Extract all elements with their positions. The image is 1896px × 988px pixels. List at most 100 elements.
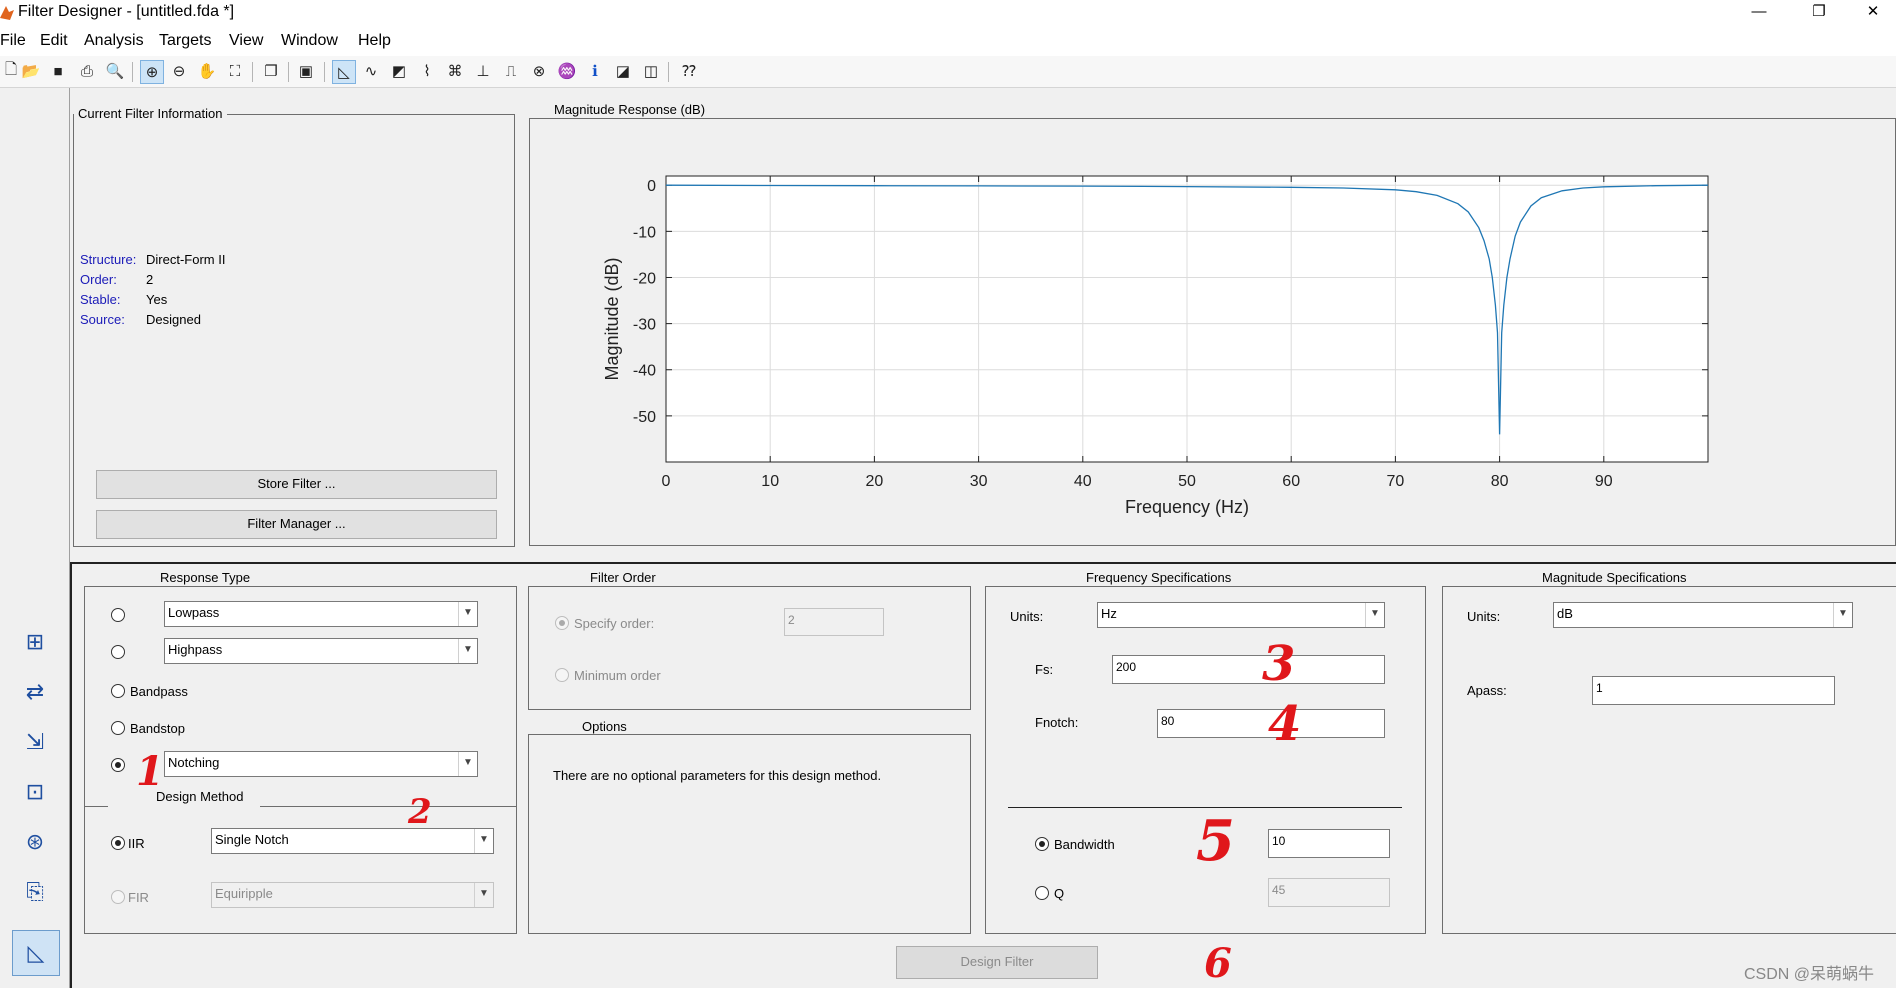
filter-order-panel xyxy=(528,586,971,710)
magnitude-estimate-icon[interactable]: ◪ xyxy=(612,60,634,82)
lowpass-select[interactable]: Lowpass ▼ xyxy=(164,601,478,627)
menu-help[interactable]: Help xyxy=(358,32,391,50)
design-filter-button[interactable]: Design Filter xyxy=(896,946,1098,979)
bandwidth-radio[interactable] xyxy=(1035,837,1049,851)
zoom-in-icon[interactable]: ⊕ xyxy=(140,60,164,84)
chevron-down-icon: ▼ xyxy=(458,602,477,626)
minimum-order-radio[interactable] xyxy=(555,668,569,682)
menu-edit[interactable]: Edit xyxy=(40,32,68,50)
bandstop-radio[interactable] xyxy=(111,721,125,735)
y-axis-label: Magnitude (dB) xyxy=(602,257,622,380)
x-tick-label: 30 xyxy=(970,473,988,490)
fs-field[interactable]: 200 xyxy=(1112,655,1385,684)
info-icon[interactable]: ℹ xyxy=(584,60,606,82)
toolbar: 🗋 📂 ■ ⎙ 🔍 ⊕ ⊖ ✋ ⛶ ❐ ▣ ◺ ∿ ◩ ⌇ ⌘ ⊥ ⎍ ⊗ ♒ … xyxy=(0,56,1896,88)
design-filter-panel-icon[interactable]: ⊞ xyxy=(12,620,58,664)
bandwidth-label: Bandwidth xyxy=(1054,837,1115,852)
magnitude-response-icon[interactable]: ◺ xyxy=(332,60,356,84)
fir-method-select[interactable]: Equiripple ▼ xyxy=(211,882,494,908)
annotation-2: 2 xyxy=(408,792,432,832)
lowpass-select-value: Lowpass xyxy=(168,605,220,620)
bandwidth-field[interactable]: 10 xyxy=(1268,829,1390,858)
specify-order-radio[interactable] xyxy=(555,616,569,630)
pole-zero-icon[interactable]: ⊗ xyxy=(528,60,550,82)
maximize-button[interactable]: ❐ xyxy=(1796,0,1842,26)
mag-units-select[interactable]: dB ▼ xyxy=(1553,602,1853,628)
chevron-down-icon: ▼ xyxy=(1365,603,1384,627)
fit-icon[interactable]: ⛶ xyxy=(224,60,246,82)
notching-select-value: Notching xyxy=(168,755,220,770)
filter-specs-icon[interactable]: ▣ xyxy=(295,60,317,82)
magnitude-response-chart[interactable]: 0 10 20 30 40 50 60 70 80 90 0 -10 -20 -30 -40 -50 Frequ… xyxy=(540,160,1720,530)
filter-manager-button[interactable]: Filter Manager ... xyxy=(96,510,497,539)
store-filter-button[interactable]: Store Filter ... xyxy=(96,470,497,499)
step-response-icon[interactable]: ⎍ xyxy=(500,60,522,82)
pan-icon[interactable]: ✋ xyxy=(196,60,218,82)
fir-radio[interactable] xyxy=(111,890,125,904)
highpass-select[interactable]: Highpass ▼ xyxy=(164,638,478,664)
quantize-panel-icon[interactable]: ⊡ xyxy=(12,770,58,814)
zoom-out-icon[interactable]: ⊖ xyxy=(168,60,190,82)
apass-field[interactable]: 1 xyxy=(1592,676,1835,705)
pole-zero-editor-icon[interactable]: ⊛ xyxy=(12,820,58,864)
x-tick-label: 70 xyxy=(1387,473,1405,490)
highpass-radio[interactable] xyxy=(111,645,125,659)
freq-units-select[interactable]: Hz ▼ xyxy=(1097,602,1385,628)
specify-order-label: Specify order: xyxy=(574,616,655,631)
iir-method-select[interactable]: Single Notch ▼ xyxy=(211,828,494,854)
current-filter-info-title: Current Filter Information xyxy=(74,106,227,121)
open-icon[interactable]: 📂 xyxy=(20,60,42,82)
q-field[interactable]: 45 xyxy=(1268,878,1390,907)
menu-window[interactable]: Window xyxy=(281,32,338,50)
q-radio[interactable] xyxy=(1035,886,1049,900)
menu-file[interactable]: File xyxy=(0,32,26,50)
phase-delay-icon[interactable]: ⌘ xyxy=(444,60,466,82)
round-off-noise-icon[interactable]: ◫ xyxy=(640,60,662,82)
design-method-panel xyxy=(84,806,517,934)
design-filter-active-icon[interactable]: ◺ xyxy=(12,930,60,976)
iir-radio[interactable] xyxy=(111,836,125,850)
lowpass-radio[interactable] xyxy=(111,608,125,622)
order-field[interactable]: 2 xyxy=(784,608,884,636)
new-figure-icon[interactable]: ❐ xyxy=(260,60,282,82)
title-bar: Filter Designer - [untitled.fda *] — ❐ ✕ xyxy=(0,0,1896,26)
transform-filter-panel-icon[interactable]: ⇄ xyxy=(12,670,58,714)
create-multirate-panel-icon[interactable]: ⇲ xyxy=(12,720,58,764)
q-label: Q xyxy=(1054,886,1065,901)
iir-method-value: Single Notch xyxy=(215,832,289,847)
save-icon[interactable]: ■ xyxy=(47,60,69,82)
print-icon[interactable]: ⎙ xyxy=(76,60,98,82)
x-tick-label: 40 xyxy=(1074,473,1092,490)
import-filter-icon[interactable]: ⎘ xyxy=(12,870,58,914)
menu-targets[interactable]: Targets xyxy=(159,32,211,50)
chevron-down-icon: ▼ xyxy=(458,639,477,663)
menu-analysis[interactable]: Analysis xyxy=(84,32,144,50)
chevron-down-icon: ▼ xyxy=(1833,603,1852,627)
bandpass-label: Bandpass xyxy=(130,684,188,699)
y-tick-label: -50 xyxy=(633,409,656,426)
new-icon[interactable]: 🗋 xyxy=(0,60,22,82)
group-delay-icon[interactable]: ⌇ xyxy=(416,60,438,82)
x-tick-label: 0 xyxy=(662,473,671,490)
coefficients-icon[interactable]: ♒ xyxy=(556,60,578,82)
minimize-button[interactable]: — xyxy=(1736,0,1782,26)
apass-label: Apass: xyxy=(1467,683,1507,698)
y-tick-label: -30 xyxy=(633,317,656,334)
mag-units-value: dB xyxy=(1557,606,1573,621)
print-preview-icon[interactable]: 🔍 xyxy=(104,60,126,82)
whats-this-icon[interactable]: ⁇ xyxy=(678,60,700,82)
annotation-6: 6 xyxy=(1204,940,1232,987)
close-button[interactable]: ✕ xyxy=(1850,0,1896,26)
x-tick-label: 80 xyxy=(1491,473,1509,490)
notching-radio[interactable] xyxy=(111,758,125,772)
frequency-specs-title: Frequency Specifications xyxy=(1078,570,1240,585)
mag-phase-icon[interactable]: ◩ xyxy=(388,60,410,82)
stable-value: Yes xyxy=(146,292,168,307)
menu-view[interactable]: View xyxy=(229,32,263,50)
impulse-response-icon[interactable]: ⊥ xyxy=(472,60,494,82)
y-tick-label: -10 xyxy=(633,224,656,241)
magnitude-response-title: Magnitude Response (dB) xyxy=(550,102,710,117)
notching-select[interactable]: Notching ▼ xyxy=(164,751,478,777)
phase-response-icon[interactable]: ∿ xyxy=(360,60,382,82)
bandpass-radio[interactable] xyxy=(111,684,125,698)
